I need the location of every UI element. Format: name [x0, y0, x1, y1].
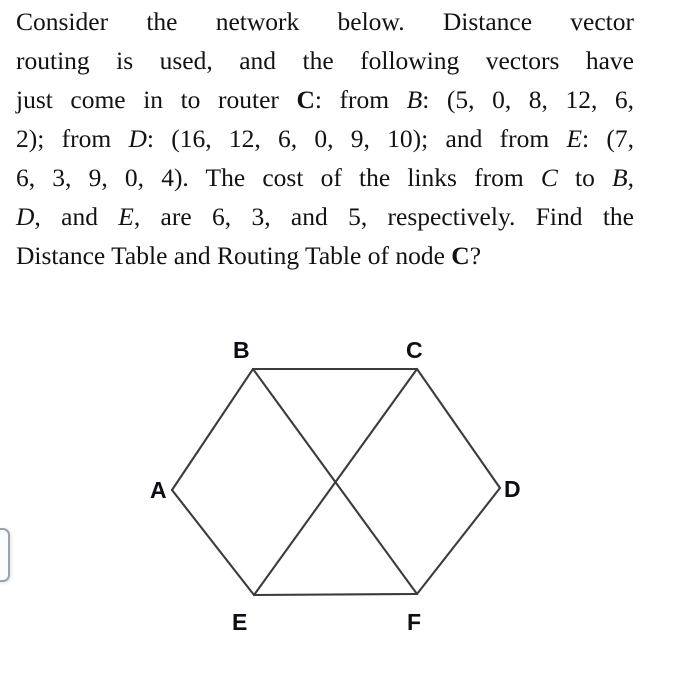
- graph-edges: [170, 367, 502, 597]
- graph-node-label-d: D: [504, 476, 521, 502]
- text-run: ?: [469, 241, 482, 270]
- text-run: ,: [627, 163, 634, 192]
- graph-edge-f-d: [415, 486, 502, 596]
- text-run: , are 6, 3, and 5, respectively. Find th…: [133, 202, 634, 231]
- text-run: Distance Table and Routing Table of node: [16, 241, 452, 270]
- text-run: 2); from: [16, 124, 129, 153]
- graph-node-label-e: E: [232, 609, 247, 635]
- question-line: Distance Table and Routing Table of node…: [16, 236, 634, 275]
- text-run: : from: [314, 85, 407, 114]
- text-run: B: [612, 163, 628, 192]
- text-run: : (7,: [582, 124, 634, 153]
- graph-edge-a-e: [170, 488, 256, 597]
- text-run: B: [406, 85, 423, 114]
- graph-node-label-c: C: [406, 337, 423, 363]
- text-run: Consider the network below. Distance vec…: [16, 7, 634, 36]
- question-text: Consider the network below. Distance vec…: [16, 2, 634, 275]
- text-run: C: [451, 241, 470, 270]
- text-run: : (5, 0, 8, 12, 6,: [422, 85, 635, 114]
- question-line: routing is used, and the following vecto…: [16, 41, 634, 80]
- text-run: C: [296, 85, 315, 114]
- text-run: C: [540, 163, 558, 192]
- graph-edge-e-f: [252, 592, 419, 597]
- text-run: D: [128, 124, 147, 153]
- question-line: Consider the network below. Distance vec…: [16, 2, 634, 41]
- graph-edge-c-d: [415, 367, 502, 490]
- question-line: 6, 3, 9, 0, 4). The cost of the links fr…: [16, 158, 634, 197]
- question-line: D, and E, are 6, 3, and 5, respectively.…: [16, 197, 634, 236]
- text-run: 6, 3, 9, 0, 4). The cost of the links fr…: [16, 163, 541, 192]
- graph-edge-a-b: [170, 367, 255, 492]
- clipped-side-card[interactable]: [0, 528, 10, 582]
- text-run: E: [566, 124, 583, 153]
- text-run: just come in to router: [16, 85, 297, 114]
- graph-node-label-a: A: [150, 477, 167, 503]
- text-run: , and: [34, 202, 119, 231]
- text-run: E: [118, 202, 134, 231]
- network-diagram: A B C D E F: [120, 330, 560, 660]
- text-run: D: [16, 202, 35, 231]
- graph-node-label-b: B: [233, 337, 250, 363]
- question-line: 2); from D: (16, 12, 6, 0, 9, 10); and f…: [16, 119, 634, 158]
- text-run: routing is used, and the following vecto…: [16, 46, 634, 75]
- question-line: just come in to router C: from B: (5, 0,…: [16, 80, 634, 119]
- text-run: to: [557, 163, 613, 192]
- network-graph-svg: A B C D E F: [150, 337, 521, 635]
- text-run: : (16, 12, 6, 0, 9, 10); and from: [146, 124, 567, 153]
- graph-node-labels: A B C D E F: [150, 337, 521, 635]
- graph-node-label-f: F: [407, 609, 421, 635]
